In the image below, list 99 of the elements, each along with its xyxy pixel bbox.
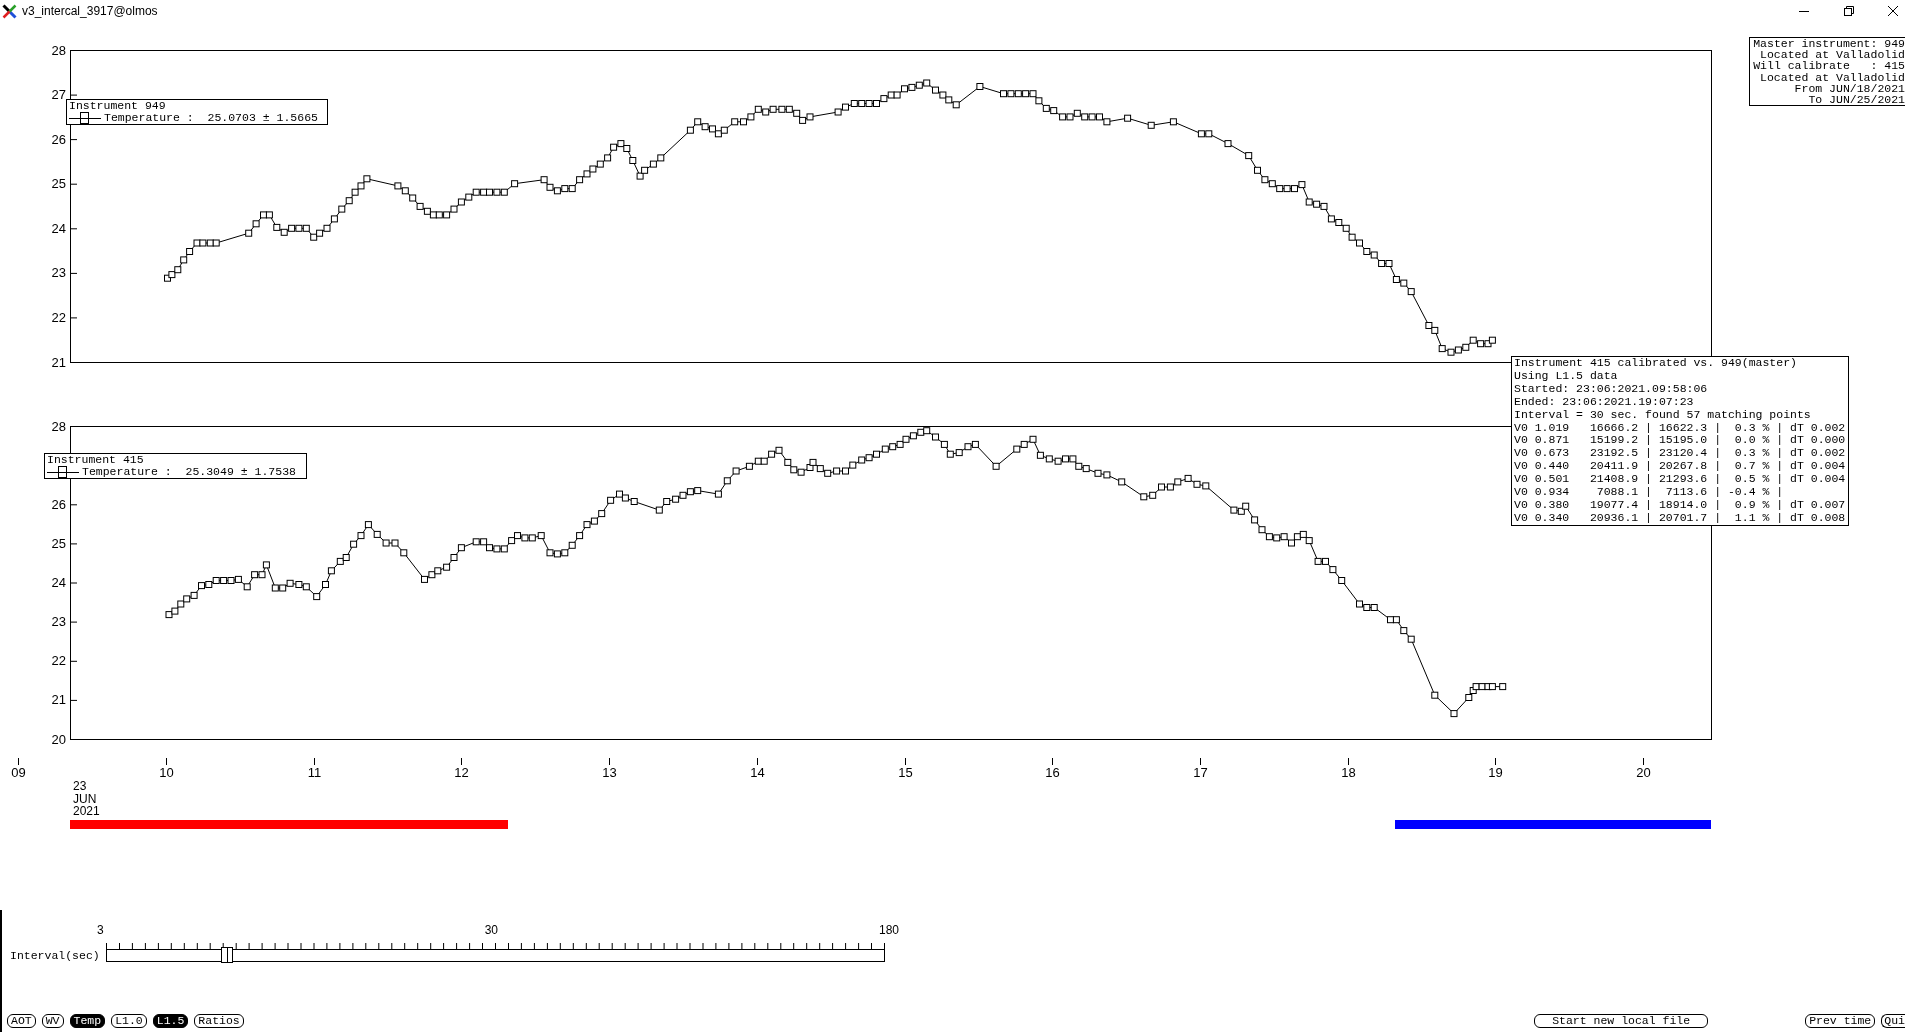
- info-line: To JUN/25/2021: [1807, 94, 1905, 106]
- mode-button[interactable]: WV: [41, 1014, 64, 1028]
- slider-track[interactable]: [106, 949, 885, 962]
- y-axis-label: 28: [51, 42, 66, 58]
- data-point: [1147, 121, 1155, 129]
- y-axis-label: 25: [51, 176, 66, 192]
- y-axis-label: 22: [51, 653, 66, 669]
- legend-series-name: Temperature: [82, 466, 158, 478]
- data-point: [511, 180, 519, 188]
- report-line: V0 0.340 20936.1 | 20701.7 | 1.1 % | dT 0.008: [1514, 511, 1846, 525]
- report-line: Using L1.5 data: [1514, 369, 1619, 383]
- mode-button[interactable]: AOT: [7, 1014, 36, 1028]
- data-point: [714, 490, 722, 498]
- data-point: [1118, 478, 1126, 486]
- y-axis-label: 22: [51, 309, 66, 325]
- report-line: V0 0.673 23192.5 | 23120.4 | 0.3 % | dT 0.002: [1514, 447, 1846, 461]
- y-axis-label: 21: [51, 692, 66, 708]
- mode-button[interactable]: Temp: [69, 1014, 106, 1028]
- data-point: [629, 157, 637, 164]
- y-axis-label: 28: [51, 418, 66, 434]
- mode-button[interactable]: Ratios: [194, 1014, 244, 1028]
- report-line: Ended: 23:06:2021.19:07:23: [1514, 395, 1695, 409]
- y-axis-label: 23: [51, 265, 66, 281]
- close-icon: [1888, 6, 1898, 16]
- x-axis-label: 13: [602, 765, 617, 780]
- data-point: [1450, 710, 1458, 718]
- y-axis-label: 27: [51, 87, 66, 103]
- mode-button[interactable]: L1.0: [111, 1014, 147, 1028]
- report-line: Started: 23:06:2021.09:58:06: [1514, 382, 1709, 396]
- action-button[interactable]: Qui: [1881, 1014, 1905, 1028]
- data-point: [1338, 577, 1346, 584]
- data-point: [723, 477, 731, 485]
- data-point: [262, 561, 270, 569]
- y-axis-label: 23: [51, 614, 66, 630]
- report-line: Interval = 30 sec. found 57 matching points: [1514, 408, 1812, 422]
- info-line: Will calibrate : 415: [1752, 60, 1905, 72]
- legend-title: Instrument 949: [69, 100, 167, 112]
- data-point: [327, 567, 335, 575]
- data-point: [313, 593, 321, 601]
- data-point: [322, 581, 329, 588]
- action-button[interactable]: Start new local file: [1534, 1014, 1709, 1028]
- y-axis-label: 20: [51, 731, 66, 747]
- x-axis-label: 20: [1636, 765, 1651, 780]
- slider-value-label: 30: [484, 923, 498, 937]
- app-logo-icon: [2, 3, 17, 19]
- action-button[interactable]: Prev time: [1805, 1014, 1876, 1028]
- data-point: [457, 544, 465, 552]
- legend-value: : 25.0703 ± 1.5665: [186, 112, 318, 124]
- y-axis-label: 21: [51, 354, 66, 370]
- data-point: [732, 467, 740, 475]
- report-line: Instrument 415 calibrated vs. 949(master): [1514, 357, 1798, 370]
- legend-value: : 25.3049 ± 1.7538: [164, 466, 296, 478]
- report-line: V0 0.871 15199.2 | 15195.0 | 0.0 % | dT 0.000: [1514, 434, 1846, 448]
- slider-label: Interval(sec): [10, 950, 101, 962]
- data-point: [1169, 118, 1177, 126]
- data-point: [400, 549, 408, 557]
- legend-title: Instrument 415: [47, 454, 145, 466]
- y-axis-label: 26: [51, 131, 66, 147]
- y-axis-label: 24: [51, 220, 66, 236]
- report-line: V0 1.019 16666.2 | 16622.3 | 0.3 % | dT 0.002: [1514, 421, 1846, 435]
- data-point: [1124, 114, 1132, 122]
- window-title: v3_intercal_3917@olmos: [22, 4, 158, 18]
- x-axis-label: 19: [1488, 765, 1503, 780]
- x-axis-label: 15: [898, 765, 913, 780]
- slider-max-label: 180: [878, 923, 899, 937]
- data-point: [1254, 166, 1261, 174]
- x-axis-label: 10: [159, 765, 174, 780]
- info-line: Located at Valladolid: [1759, 71, 1905, 83]
- report-line: V0 0.440 20411.9 | 20267.8 | 0.7 % | dT 0.004: [1514, 460, 1846, 474]
- data-point: [1224, 140, 1232, 148]
- x-axis-label: 16: [1045, 765, 1060, 780]
- info-line: Master instrument: 949: [1752, 38, 1905, 50]
- x-axis-label: 12: [454, 765, 469, 780]
- data-point: [450, 554, 458, 561]
- data-point: [1251, 516, 1259, 524]
- data-point: [992, 462, 1000, 470]
- data-point: [1245, 152, 1253, 160]
- x-axis-label: 09: [11, 765, 26, 780]
- report-line: V0 0.501 21408.9 | 21293.6 | 0.5 % | dT 0.004: [1514, 473, 1846, 487]
- slider-thumb[interactable]: [221, 947, 234, 963]
- y-axis-label: 24: [51, 575, 66, 590]
- data-point: [1499, 683, 1507, 691]
- y-axis-label: 26: [51, 496, 66, 512]
- info-line: From JUN/18/2021: [1793, 82, 1905, 94]
- mode-button[interactable]: L1.5: [152, 1014, 189, 1028]
- x-axis-label: 11: [307, 765, 322, 780]
- restore-icon: [1843, 6, 1854, 16]
- data-point: [976, 83, 984, 90]
- report-line: V0 0.934 7088.1 | 7113.6 | -0.4 % |: [1514, 486, 1785, 499]
- slider-min-label: 3: [97, 923, 104, 937]
- info-line: Located at Valladolid: [1760, 49, 1905, 61]
- x-axis-label: 14: [750, 765, 765, 780]
- x-axis-label: 18: [1341, 765, 1356, 780]
- y-axis-label: 25: [51, 535, 66, 551]
- data-point: [1431, 691, 1439, 699]
- date-label: 23 JUN 2021: [73, 779, 100, 818]
- x-axis-label: 17: [1193, 765, 1208, 780]
- report-line: V0 0.380 19077.4 | 18914.0 | 0.9 % | dT 0.007: [1514, 498, 1846, 512]
- legend-series-name: Temperature: [104, 112, 180, 124]
